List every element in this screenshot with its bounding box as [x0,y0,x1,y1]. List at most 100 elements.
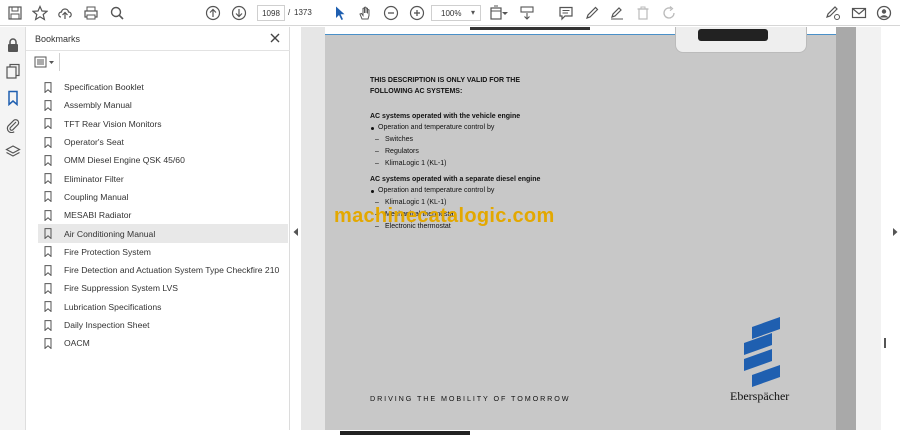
zoom-value: 100% [441,8,462,18]
doc-heading-line1: THIS DESCRIPTION IS ONLY VALID FOR THE [370,77,520,84]
bookmark-item[interactable]: Coupling Manual [38,188,288,206]
control-panel-image [675,27,807,53]
bullet [371,127,374,130]
right-gutter [856,27,881,435]
zoom-search-icon[interactable] [108,4,126,22]
section1-title: AC systems operated with the vehicle eng… [370,113,521,120]
bookmark-label: Eliminator Filter [64,173,124,184]
bookmark-item[interactable]: TFT Rear Vision Monitors [38,115,288,133]
rotate-icon[interactable] [660,4,678,22]
bookmark-item[interactable]: OMM Diesel Engine QSK 45/60 [38,151,288,169]
bookmark-label: Assembly Manual [64,100,132,111]
dash: – [375,148,379,155]
highlight-icon[interactable] [608,4,626,22]
document-page: THIS DESCRIPTION IS ONLY VALID FOR THE F… [325,27,856,435]
eberspaecher-logo-icon [744,317,780,387]
page-number-value: 1098 [262,8,280,18]
bookmark-item[interactable]: OACM [38,334,288,352]
zoom-select[interactable]: 100% ▾ [431,5,481,21]
tagline: DRIVING THE MOBILITY OF TOMORROW [370,394,571,403]
page-separator: / [288,8,291,17]
delete-icon[interactable] [634,4,652,22]
pointer-icon[interactable] [331,4,349,22]
arrow-down-icon[interactable] [230,4,248,22]
bookmark-item[interactable]: Lubrication Specifications [38,298,288,316]
bookmark-icon [44,319,52,331]
bookmark-item[interactable]: Eliminator Filter [38,169,288,187]
toolbar: 1098 / 1373 100% ▾ [0,0,900,26]
pen-icon[interactable] [583,4,601,22]
bookmark-options-button[interactable] [34,56,56,68]
dash: – [375,136,379,143]
bookmark-icon [44,118,52,130]
scroll-mode-icon[interactable] [518,4,536,22]
bookmark-item[interactable]: Air Conditioning Manual [38,224,288,243]
layers-icon[interactable] [5,144,21,160]
bookmark-item[interactable]: Fire Suppression System LVS [38,279,288,297]
brand-name: Eberspächer [730,389,790,403]
upload-icon[interactable] [56,4,74,22]
fit-dropdown-chevron-icon[interactable] [501,4,509,22]
bookmark-label: Lubrication Specifications [64,301,162,312]
panel-divider [26,50,290,51]
bookmark-icon [44,209,52,221]
bookmark-icon [44,154,52,166]
bookmark-label: Specification Booklet [64,82,144,93]
sign-icon[interactable] [824,4,842,22]
bookmark-label: Fire Detection and Actuation System Type… [64,265,280,276]
document-view[interactable]: THIS DESCRIPTION IS ONLY VALID FOR THE F… [301,27,881,435]
mail-icon[interactable] [850,4,868,22]
doc-heading-line2: FOLLOWING AC SYSTEMS: [370,88,463,95]
bookmark-item[interactable]: Operator's Seat [38,133,288,151]
section2-title: AC systems operated with a separate dies… [370,176,541,183]
bookmark-label: Coupling Manual [64,191,129,202]
bottom-strip [0,430,900,435]
attachment-icon[interactable] [5,117,21,134]
zoom-in-icon[interactable] [408,4,426,22]
bookmark-icon [44,81,52,93]
bookmark-icon [44,100,52,111]
options-divider [59,53,60,71]
bookmark-label: Daily Inspection Sheet [64,320,150,330]
section2-bullet: Operation and temperature control by [378,187,495,194]
bookmark-item[interactable]: Specification Booklet [38,78,288,96]
page-number-input[interactable]: 1098 [257,5,285,21]
bookmark-icon [44,246,52,258]
bookmark-icon [44,228,52,240]
account-icon[interactable] [875,4,893,22]
bookmark-item[interactable]: Fire Detection and Actuation System Type… [38,261,288,279]
nav-rail [0,27,26,435]
bookmark-label: OACM [64,338,90,349]
bookmark-label: Operator's Seat [64,137,124,148]
pages-icon[interactable] [5,63,21,79]
bookmark-label: OMM Diesel Engine QSK 45/60 [64,155,185,166]
star-icon[interactable] [31,4,49,22]
section1-bullet: Operation and temperature control by [378,124,495,131]
hand-icon[interactable] [356,4,374,22]
zoom-out-icon[interactable] [382,4,400,22]
bookmark-icon[interactable] [5,90,21,107]
close-icon[interactable] [269,31,281,43]
bookmark-item[interactable]: MESABI Radiator [38,206,288,224]
top-bar-dark [470,27,590,30]
comment-icon[interactable] [557,4,575,22]
bookmark-icon [44,283,52,294]
bookmark-item[interactable]: Daily Inspection Sheet [38,316,288,334]
watermark: machinecatalogic.com [334,205,555,227]
page-total: 1373 [294,8,312,17]
bookmark-item[interactable]: Fire Protection System [38,243,288,261]
bookmark-label: TFT Rear Vision Monitors [64,118,162,129]
collapse-panel-icon[interactable] [292,224,300,236]
save-icon[interactable] [6,4,24,22]
bookmark-icon [44,136,52,148]
chevron-down-icon: ▾ [470,8,475,17]
page-side-strip [836,27,856,435]
scrollbar-thumb[interactable] [884,338,886,348]
control-panel-screen [698,29,768,41]
expand-right-panel-icon[interactable] [891,224,899,236]
print-icon[interactable] [82,4,100,22]
lock-icon[interactable] [5,37,21,53]
dash: – [375,160,379,167]
bookmark-item[interactable]: Assembly Manual [38,96,288,114]
arrow-up-icon[interactable] [204,4,222,22]
